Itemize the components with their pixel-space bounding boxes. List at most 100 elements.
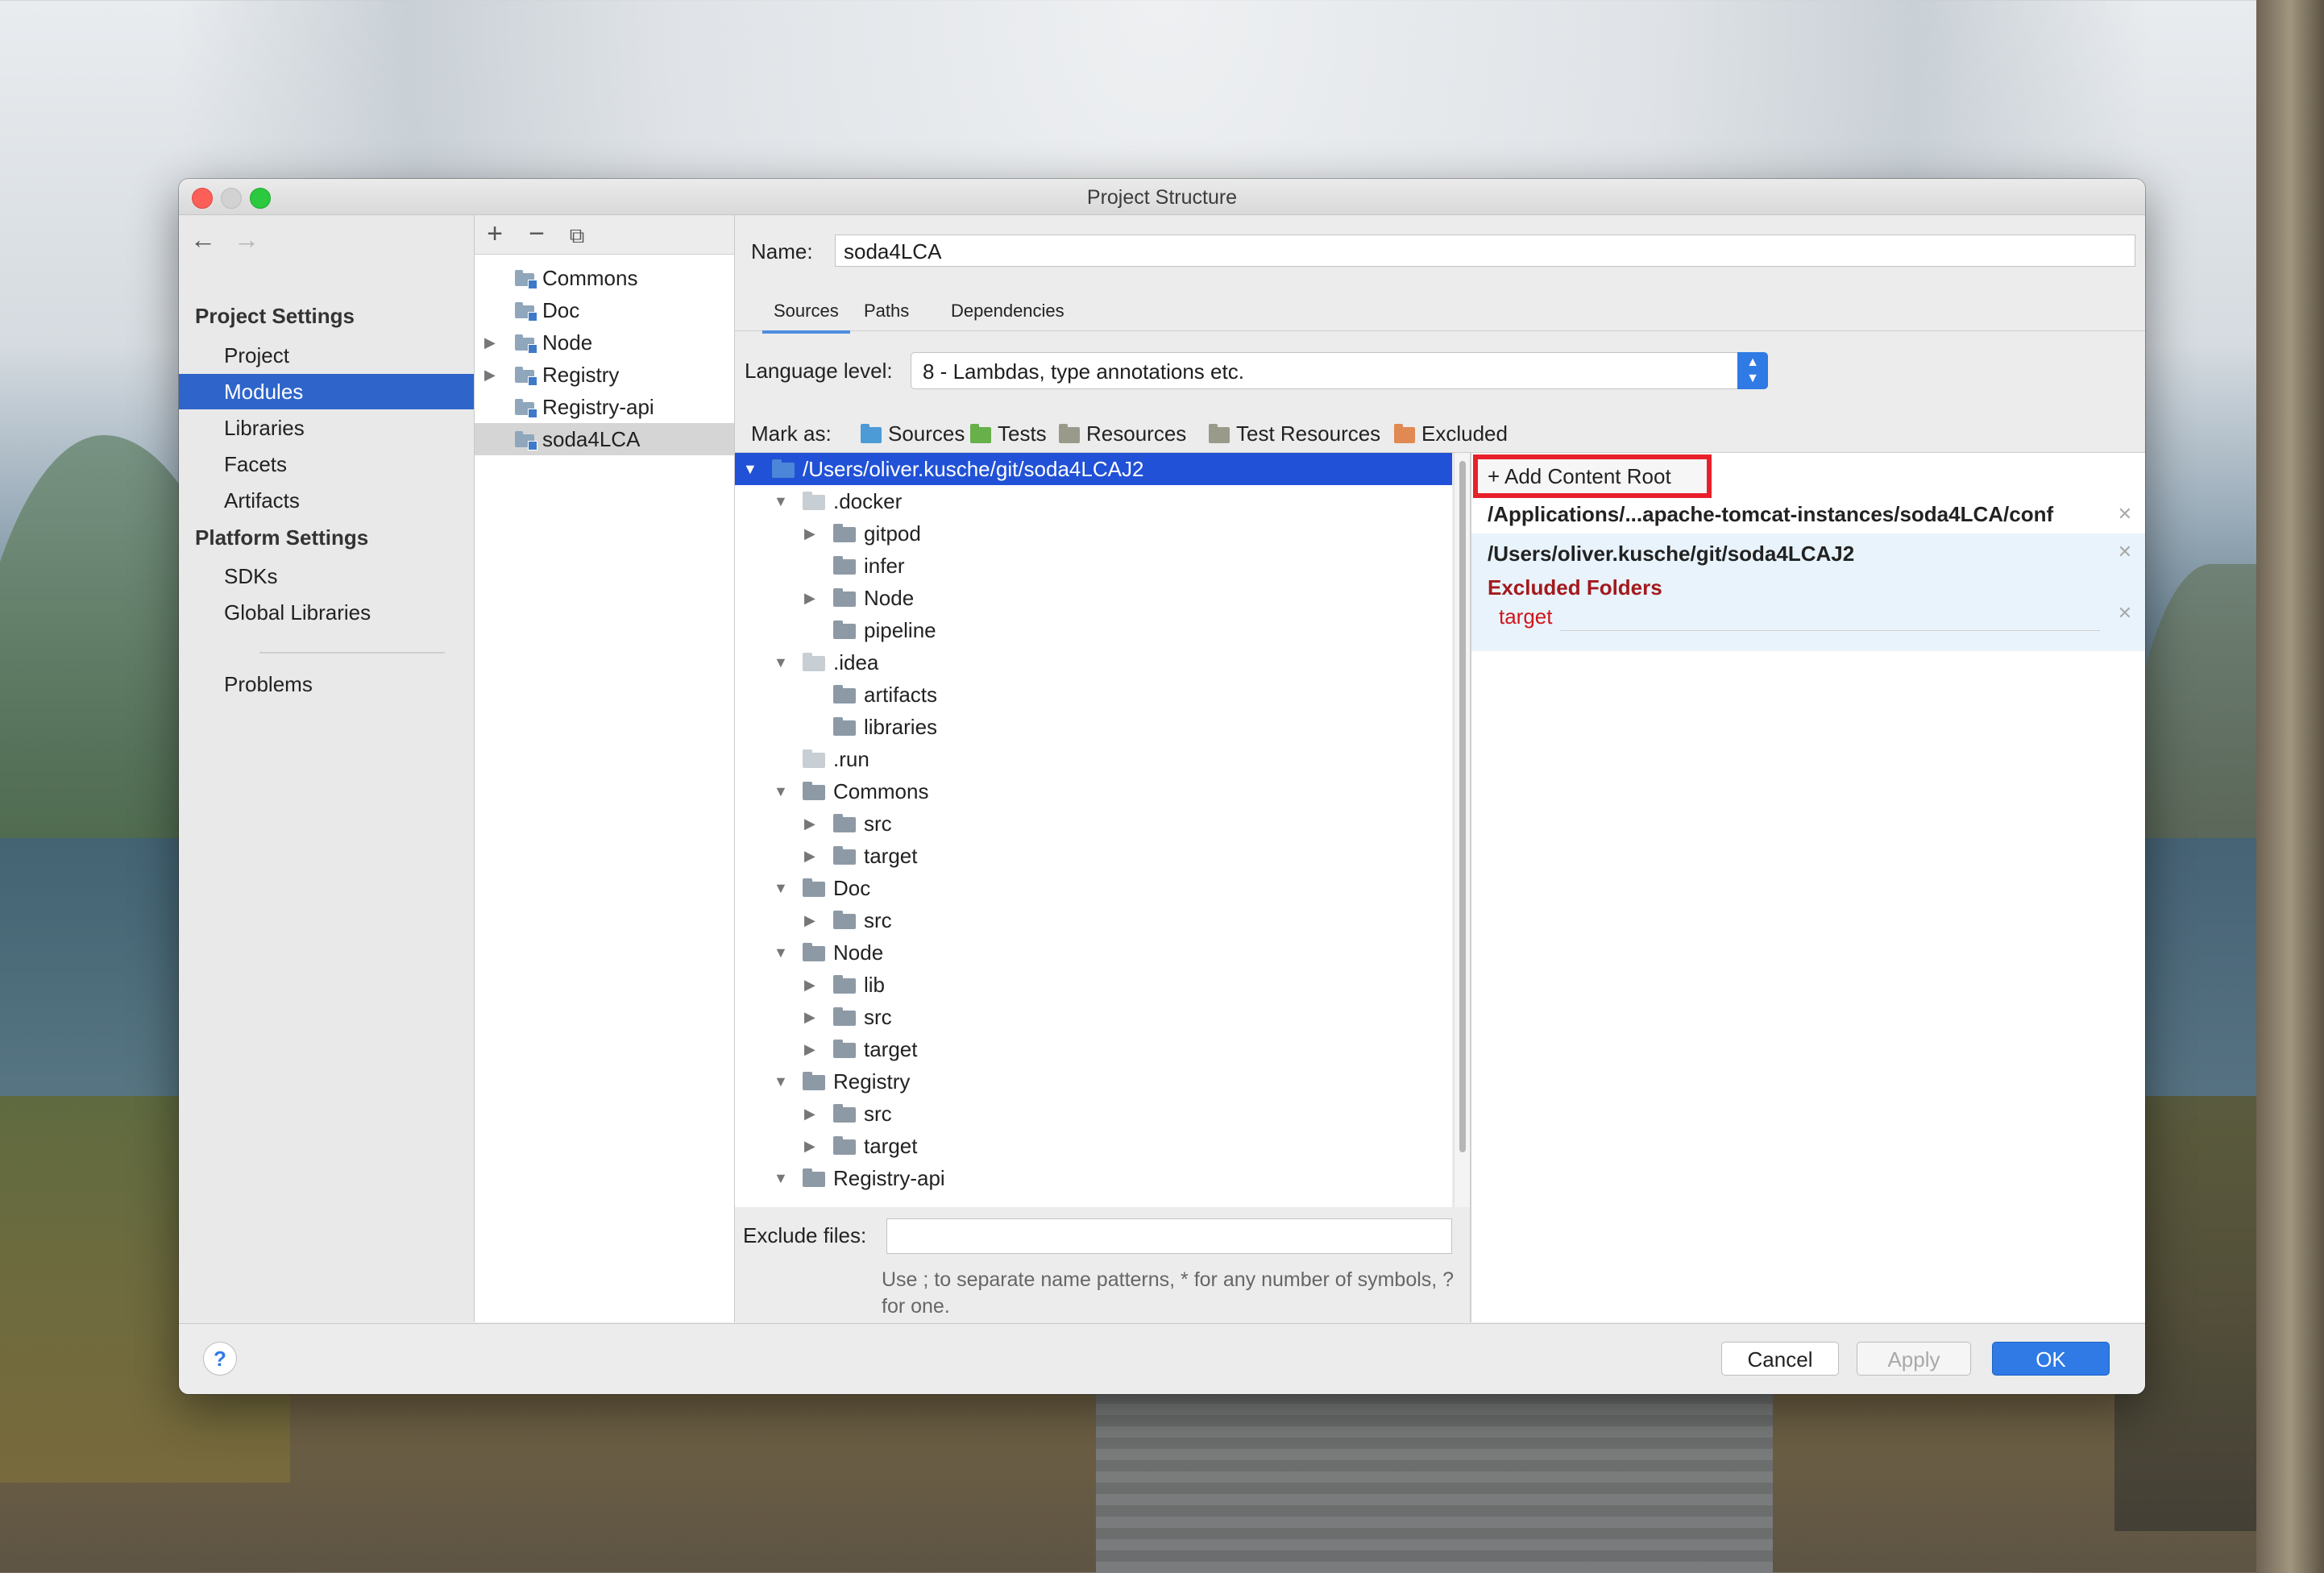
tree-scrollbar[interactable]: [1454, 453, 1471, 1207]
expand-arrow-icon[interactable]: ▶: [804, 904, 815, 936]
expand-arrow-icon[interactable]: ▶: [484, 326, 496, 359]
copy-icon[interactable]: ⧉: [563, 223, 591, 249]
folder-icon: [833, 975, 856, 994]
collapse-arrow-icon[interactable]: ▼: [774, 1065, 788, 1098]
close-icon[interactable]: ✕: [2118, 603, 2132, 624]
collapse-arrow-icon[interactable]: ▼: [774, 485, 788, 517]
module-item-commons[interactable]: Commons: [475, 262, 734, 294]
excluded-folder-item[interactable]: target: [1499, 604, 1553, 629]
expand-arrow-icon[interactable]: ▶: [804, 1033, 815, 1065]
nav-item-modules[interactable]: Modules: [179, 374, 474, 409]
tree-row-label: infer: [864, 554, 905, 578]
ok-button[interactable]: OK: [1992, 1342, 2110, 1376]
tree-row[interactable]: ▼ Node: [735, 936, 1452, 969]
nav-item-project[interactable]: Project: [179, 338, 474, 373]
exclude-files-input[interactable]: [886, 1218, 1452, 1254]
remove-module-button[interactable]: −: [523, 218, 550, 250]
minimize-window-button[interactable]: [221, 188, 242, 209]
tree-row[interactable]: .run: [735, 743, 1452, 775]
tree-row[interactable]: ▶ target: [735, 840, 1452, 872]
tree-row[interactable]: libraries: [735, 711, 1452, 743]
collapse-arrow-icon[interactable]: ▼: [774, 936, 788, 969]
tree-row[interactable]: ▶ gitpod: [735, 517, 1452, 550]
module-detail-pane: Name: soda4LCA Sources Paths Dependencie…: [735, 215, 2145, 1322]
tree-row[interactable]: ▶ src: [735, 904, 1452, 936]
nav-item-sdks[interactable]: SDKs: [179, 558, 474, 594]
tree-row[interactable]: ▶ src: [735, 1001, 1452, 1033]
module-item-node[interactable]: ▶ Node: [475, 326, 734, 359]
tree-row[interactable]: artifacts: [735, 679, 1452, 711]
tab-sources[interactable]: Sources: [762, 292, 850, 334]
nav-item-global-libraries[interactable]: Global Libraries: [179, 595, 474, 630]
expand-arrow-icon[interactable]: ▶: [804, 1130, 815, 1162]
expand-arrow-icon[interactable]: ▶: [804, 840, 815, 872]
expand-arrow-icon[interactable]: ▶: [804, 1098, 815, 1130]
tree-row[interactable]: ▼ Commons: [735, 775, 1452, 807]
tree-row[interactable]: ▼ .idea: [735, 646, 1452, 679]
close-window-button[interactable]: [192, 188, 213, 209]
nav-item-problems[interactable]: Problems: [179, 666, 474, 702]
content-root-entry[interactable]: /Applications/...apache-tomcat-instances…: [1471, 498, 2145, 530]
module-item-registry[interactable]: ▶ Registry: [475, 359, 734, 391]
expand-arrow-icon[interactable]: ▶: [484, 359, 496, 391]
tree-row[interactable]: ▶ target: [735, 1130, 1452, 1162]
tree-row-label: target: [864, 844, 918, 868]
tree-row[interactable]: ▶ lib: [735, 969, 1452, 1001]
chevron-up-down-icon[interactable]: ▲ ▼: [1737, 352, 1768, 389]
folder-icon: [772, 459, 795, 478]
expand-arrow-icon[interactable]: ▶: [804, 807, 815, 840]
tree-row[interactable]: infer: [735, 550, 1452, 582]
content-root-entry-selected[interactable]: /Users/oliver.kusche/git/soda4LCAJ2 ✕ Ex…: [1471, 533, 2145, 651]
tree-row[interactable]: pipeline: [735, 614, 1452, 646]
collapse-arrow-icon[interactable]: ▼: [774, 872, 788, 904]
collapse-arrow-icon[interactable]: ▼: [774, 1162, 788, 1194]
tab-dependencies[interactable]: Dependencies: [940, 292, 1076, 330]
tree-row[interactable]: ▼ Doc: [735, 872, 1452, 904]
tree-row[interactable]: ▶ Node: [735, 582, 1452, 614]
expand-arrow-icon[interactable]: ▶: [804, 1001, 815, 1033]
language-level-value: 8 - Lambdas, type annotations etc.: [923, 359, 1244, 384]
module-item-doc[interactable]: Doc: [475, 294, 734, 326]
tree-row[interactable]: ▶ src: [735, 1098, 1452, 1130]
module-name-field[interactable]: soda4LCA: [835, 234, 2135, 267]
tab-paths[interactable]: Paths: [853, 292, 920, 330]
content-root-tree[interactable]: ▼ /Users/oliver.kusche/git/soda4LCAJ2 ▼ .do…: [735, 453, 1452, 1207]
tree-row-label: src: [864, 908, 892, 932]
expand-arrow-icon[interactable]: ▶: [804, 969, 815, 1001]
collapse-arrow-icon[interactable]: ▼: [774, 646, 788, 679]
add-module-button[interactable]: +: [481, 218, 508, 250]
resources-folder-icon: [1059, 424, 1080, 443]
cancel-button[interactable]: Cancel: [1721, 1342, 1839, 1376]
sources-folder-icon: [861, 424, 882, 443]
arrow-right-icon[interactable]: →: [234, 225, 259, 254]
module-tabs: Sources Paths Dependencies: [735, 292, 2145, 334]
close-icon[interactable]: ✕: [2118, 498, 2132, 530]
tree-row[interactable]: ▶ src: [735, 807, 1452, 840]
tree-row-label: target: [864, 1134, 918, 1158]
name-label: Name:: [751, 239, 813, 264]
expand-arrow-icon[interactable]: ▶: [804, 582, 815, 614]
tree-row-root[interactable]: ▼ /Users/oliver.kusche/git/soda4LCAJ2: [735, 453, 1452, 485]
module-item-soda4lca[interactable]: soda4LCA: [475, 423, 734, 455]
close-icon[interactable]: ✕: [2118, 542, 2132, 562]
module-item-registry-api[interactable]: Registry-api: [475, 391, 734, 423]
language-level-select[interactable]: 8 - Lambdas, type annotations etc. ▲ ▼: [911, 352, 1768, 389]
tree-row[interactable]: ▼ Registry-api: [735, 1162, 1452, 1194]
zoom-window-button[interactable]: [250, 188, 271, 209]
help-button[interactable]: ?: [203, 1342, 237, 1376]
collapse-arrow-icon[interactable]: ▼: [774, 775, 788, 807]
nav-item-artifacts[interactable]: Artifacts: [179, 483, 474, 518]
expand-arrow-icon[interactable]: ▶: [804, 517, 815, 550]
folder-icon: [803, 782, 825, 800]
module-folder-icon: [515, 334, 537, 354]
add-content-root-button[interactable]: + Add Content Root: [1473, 454, 1712, 498]
collapse-arrow-icon[interactable]: ▼: [743, 453, 757, 485]
arrow-left-icon[interactable]: ←: [190, 225, 216, 254]
tree-scrollbar-thumb[interactable]: [1459, 461, 1466, 1152]
nav-item-libraries[interactable]: Libraries: [179, 410, 474, 446]
tree-row[interactable]: ▼ Registry: [735, 1065, 1452, 1098]
apply-button[interactable]: Apply: [1857, 1342, 1971, 1376]
tree-row[interactable]: ▶ target: [735, 1033, 1452, 1065]
nav-item-facets[interactable]: Facets: [179, 446, 474, 482]
tree-row[interactable]: ▼ .docker: [735, 485, 1452, 517]
